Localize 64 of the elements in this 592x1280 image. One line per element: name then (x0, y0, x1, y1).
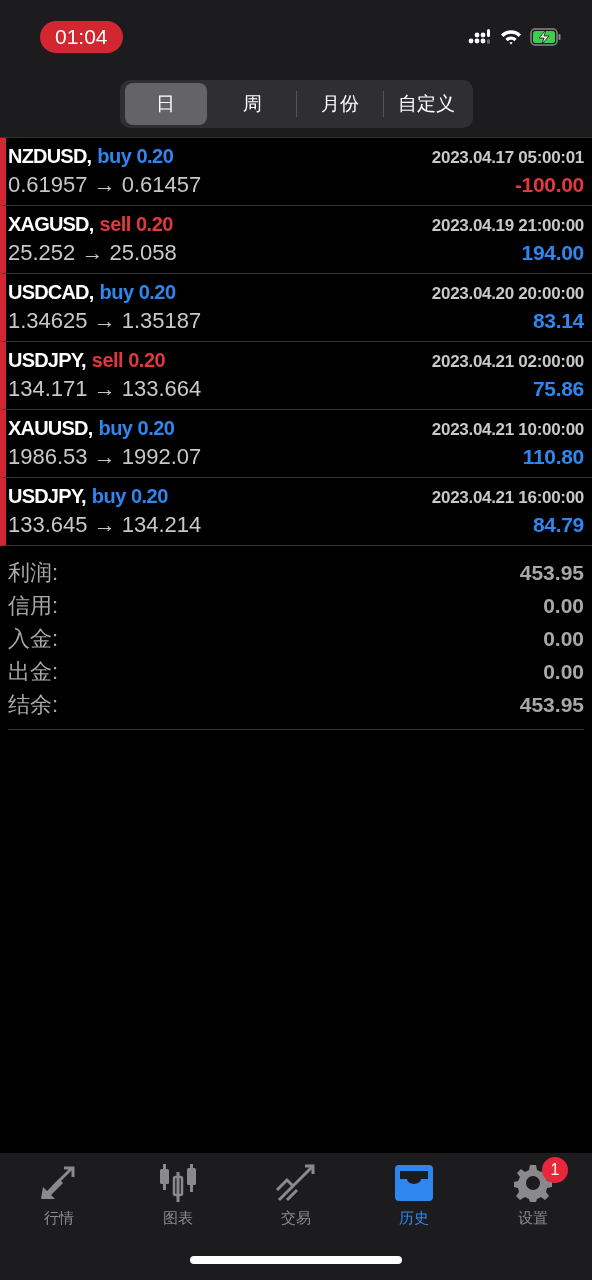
trade-time: 2023.04.19 21:00:00 (431, 216, 584, 236)
profit-value: 75.86 (532, 377, 584, 401)
period-tab[interactable]: 自定义 (385, 83, 468, 125)
trade-row[interactable]: NZDUSD, buy 0.20 2023.04.17 05:00:01 0.61957 → 0.61457 -100.00 (0, 138, 592, 206)
period-tab[interactable]: 周 (211, 83, 294, 125)
summary-value: 0.00 (543, 659, 584, 684)
symbol-label: NZDUSD, (8, 145, 92, 168)
trade-row[interactable]: XAUUSD, buy 0.20 2023.04.21 10:00:00 1986.53 → 1992.07 110.80 (0, 410, 592, 478)
order-volume: sell 0.20 (91, 349, 166, 372)
trade-row[interactable]: USDJPY, sell 0.20 2023.04.21 02:00:00 134.171 → 133.664 75.86 (0, 342, 592, 410)
battery-charging-icon (530, 28, 562, 46)
period-tab[interactable]: 日 (124, 83, 207, 125)
summary-label: 入金: (8, 624, 59, 653)
profit-value: 84.79 (532, 513, 584, 537)
summary-label: 利润: (8, 558, 59, 587)
nav-tab[interactable]: 交易 (236, 1155, 356, 1228)
wifi-icon (500, 29, 522, 45)
summary-label: 结余: (8, 690, 59, 719)
settings-icon (513, 1164, 552, 1202)
candlestick-icon (157, 1164, 198, 1202)
trade-row[interactable]: USDCAD, buy 0.20 2023.04.20 20:00:00 1.34625 → 1.35187 83.14 (0, 274, 592, 342)
symbol-label: XAUUSD, (8, 417, 93, 440)
price-change: 134.171 → 133.664 (8, 376, 202, 402)
summary-value: 453.95 (519, 692, 584, 717)
nav-tab[interactable]: 1 设置 (473, 1155, 592, 1228)
trade-row[interactable]: XAGUSD, sell 0.20 2023.04.19 21:00:00 25.252 → 25.058 194.00 (0, 206, 592, 274)
notification-badge: 1 (541, 1157, 568, 1183)
order-volume: buy 0.20 (98, 417, 175, 440)
profit-value: 194.00 (521, 241, 584, 265)
price-change: 1.34625 → 1.35187 (8, 308, 202, 334)
nav-tab[interactable]: 图表 (118, 1155, 237, 1228)
order-volume: buy 0.20 (99, 281, 176, 304)
summary-label: 出金: (8, 657, 59, 686)
trade-time: 2023.04.17 05:00:01 (431, 148, 584, 168)
summary-value: 453.95 (519, 560, 584, 585)
profit-value: 83.14 (532, 309, 584, 333)
signal-icon (468, 29, 492, 45)
profit-value: -100.00 (514, 173, 584, 197)
price-change: 25.252 → 25.058 (8, 240, 177, 266)
trade-time: 2023.04.21 10:00:00 (431, 420, 584, 440)
profit-value: 110.80 (522, 445, 584, 469)
price-change: 0.61957 → 0.61457 (8, 172, 202, 198)
summary-value: 0.00 (543, 593, 584, 618)
trade-time: 2023.04.20 20:00:00 (431, 284, 584, 304)
symbol-label: XAGUSD, (8, 213, 94, 236)
inbox-tray-icon (394, 1165, 435, 1201)
nav-tab[interactable]: 行情 (0, 1155, 119, 1228)
nav-tab[interactable]: 历史 (355, 1155, 474, 1228)
summary-label: 信用: (8, 591, 59, 620)
trade-time: 2023.04.21 16:00:00 (431, 488, 584, 508)
symbol-label: USDCAD, (8, 281, 94, 304)
trade-time: 2023.04.21 02:00:00 (431, 352, 584, 372)
symbol-label: USDJPY, (8, 349, 86, 372)
symbol-label: USDJPY, (8, 485, 86, 508)
trade-row[interactable]: USDJPY, buy 0.20 2023.04.21 16:00:00 133.645 → 134.214 84.79 (0, 478, 592, 546)
trend-lines-icon (275, 1164, 317, 1202)
price-change: 133.645 → 134.214 (8, 512, 202, 538)
summary-value: 0.00 (543, 626, 584, 651)
price-change: 1986.53 → 1992.07 (8, 444, 202, 470)
order-volume: buy 0.20 (91, 485, 168, 508)
order-volume: buy 0.20 (97, 145, 174, 168)
order-volume: sell 0.20 (99, 213, 173, 236)
period-tab[interactable]: 月份 (298, 83, 381, 125)
status-time: 01:04 (40, 21, 123, 53)
